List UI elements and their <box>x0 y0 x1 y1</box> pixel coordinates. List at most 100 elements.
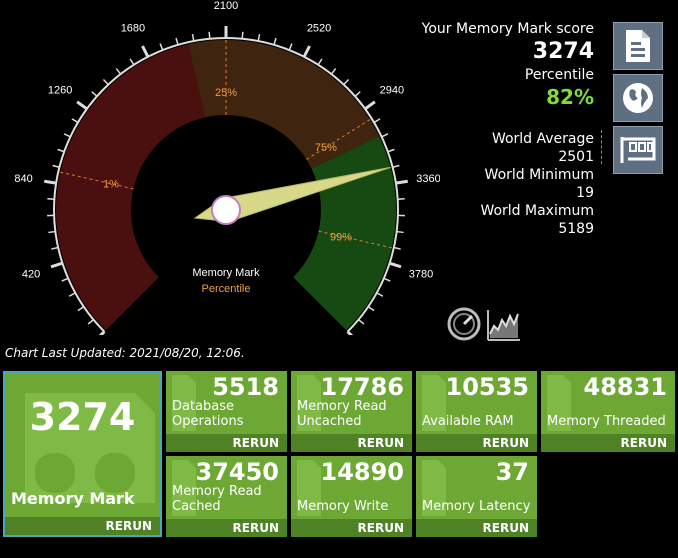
memory-mark-rerun-button[interactable]: RERUN <box>5 517 160 535</box>
gauge-minor-tick <box>175 37 179 46</box>
gauge-minor-tick <box>367 306 375 312</box>
test-tile[interactable]: 17786 Memory Read Uncached RERUN <box>291 371 412 452</box>
test-score: 10535 <box>445 373 530 401</box>
gauge-minor-tick <box>87 319 94 325</box>
gauge-minor-tick <box>393 246 401 250</box>
rerun-button[interactable]: RERUN <box>166 519 287 537</box>
gauge-major-tick <box>44 179 57 185</box>
gauge-hub <box>211 195 241 225</box>
test-name-line2: Memory Threaded <box>547 414 666 429</box>
test-name-line2: Cached <box>172 499 221 514</box>
test-tile[interactable]: 37450 Memory Read Cached RERUN <box>166 456 287 537</box>
document-button[interactable] <box>613 22 663 70</box>
rerun-button[interactable]: RERUN <box>291 434 412 452</box>
gauge-minor-tick <box>91 91 98 97</box>
test-name-line1: Database <box>172 399 235 414</box>
globe-button[interactable] <box>613 74 663 122</box>
world-minimum-label: World Minimum <box>484 167 594 183</box>
test-name-line2: Operations <box>172 414 244 429</box>
gauge-minor-tick <box>48 230 56 234</box>
test-score: 37 <box>495 458 529 486</box>
gauge-tick-label: 3780 <box>409 268 433 280</box>
gauge-major-tick <box>98 330 106 335</box>
gauge-center-label: Memory Mark <box>192 267 260 279</box>
world-minimum-value: 19 <box>576 185 594 201</box>
gauge-major-tick <box>302 45 311 58</box>
percentile-marker-label: 75% <box>315 142 337 154</box>
gauge-center-sublabel: Percentile <box>202 283 251 295</box>
gauge-minor-tick <box>129 58 135 66</box>
test-tile[interactable]: 48831 Memory Threaded RERUN <box>541 371 675 452</box>
gauge-major-tick <box>76 100 88 111</box>
percentile-label: Percentile <box>524 67 594 83</box>
line-chart-icon[interactable] <box>486 306 522 342</box>
test-score: 14890 <box>320 458 405 486</box>
document-icon <box>626 30 650 62</box>
world-maximum-label: World Maximum <box>480 203 594 219</box>
memory-mark-tile[interactable]: 3274 Memory Mark RERUN <box>3 371 162 537</box>
test-score: 5518 <box>212 373 279 401</box>
test-tile[interactable]: 37 Memory Latency RERUN <box>416 456 537 537</box>
gauge-minor-tick <box>343 79 350 86</box>
gauge-tick-label: 2100 <box>214 0 238 12</box>
test-name-line2: Available RAM <box>422 414 514 429</box>
memory-mark-value: 3274 <box>29 395 136 439</box>
gauge-major-tick <box>389 261 402 269</box>
score-title: Your Memory Mark score <box>421 21 594 37</box>
gauge-tick-label: 840 <box>14 173 32 185</box>
gauge-minor-tick <box>257 34 261 42</box>
gauge-major-tick <box>141 45 150 58</box>
gauge-minor-tick <box>288 43 293 51</box>
gauge-minor-tick <box>115 68 122 75</box>
percentile-value: 82% <box>546 85 594 109</box>
world-stats: World Average 2501 World Minimum 19 Worl… <box>354 130 602 238</box>
gauge-tick-label: 1260 <box>48 85 72 97</box>
gauge-band-brown <box>188 40 380 169</box>
percentile-marker-label: 99% <box>330 231 352 243</box>
gauge-minor-tick <box>241 31 244 39</box>
gauge-minor-tick <box>77 306 85 312</box>
gauge-major-tick <box>50 261 63 269</box>
test-tile[interactable]: 10535 Available RAM RERUN <box>416 371 537 452</box>
test-name-line2: Uncached <box>297 414 362 429</box>
gauge-minor-tick <box>159 43 164 51</box>
rerun-button[interactable]: RERUN <box>291 519 412 537</box>
world-average-value: 2501 <box>558 149 594 165</box>
speedometer-icon[interactable] <box>446 306 482 342</box>
gauge-minor-tick <box>51 246 59 250</box>
test-tile[interactable]: 5518 Database Operations RERUN <box>166 371 287 452</box>
rerun-button[interactable]: RERUN <box>416 519 537 537</box>
globe-icon <box>623 83 653 113</box>
score-value: 3274 <box>532 39 594 64</box>
gauge-minor-tick <box>373 118 381 124</box>
percentile-marker-label: 1% <box>103 179 119 191</box>
gauge-band-red <box>56 44 205 331</box>
world-maximum-value: 5189 <box>558 221 594 237</box>
stat-divider <box>601 130 602 164</box>
memory-card-button[interactable] <box>613 126 663 174</box>
test-name-line1: Memory Read <box>297 399 387 414</box>
rerun-button[interactable]: RERUN <box>416 434 537 452</box>
gauge-minor-tick <box>383 277 391 282</box>
test-name-line2: Memory Latency <box>422 499 531 514</box>
rerun-button[interactable]: RERUN <box>541 434 675 452</box>
gauge-tick-label: 420 <box>22 268 40 280</box>
gauge-tick-label: 1680 <box>121 22 145 34</box>
gauge-minor-tick <box>208 31 211 39</box>
gauge-minor-tick <box>317 58 323 66</box>
test-score: 37450 <box>195 458 280 486</box>
gauge-minor-tick <box>71 118 79 124</box>
gauge-minor-tick <box>273 37 277 46</box>
test-tile[interactable]: 14890 Memory Write RERUN <box>291 456 412 537</box>
gauge-minor-tick <box>63 133 71 138</box>
test-score: 17786 <box>320 373 405 401</box>
rerun-button[interactable]: RERUN <box>166 434 287 452</box>
world-average-label: World Average <box>491 131 594 147</box>
percentile-marker-label: 25% <box>215 87 237 99</box>
gauge-minor-tick <box>330 68 337 75</box>
chart-updated-text: Chart Last Updated: 2021/08/20, 12:06. <box>5 346 245 360</box>
score-panel: Your Memory Mark score 3274 Percentile 8… <box>354 20 594 110</box>
gauge-major-tick <box>346 330 354 335</box>
gauge-minor-tick <box>68 292 76 297</box>
gauge-tick-label: 2520 <box>307 22 331 34</box>
